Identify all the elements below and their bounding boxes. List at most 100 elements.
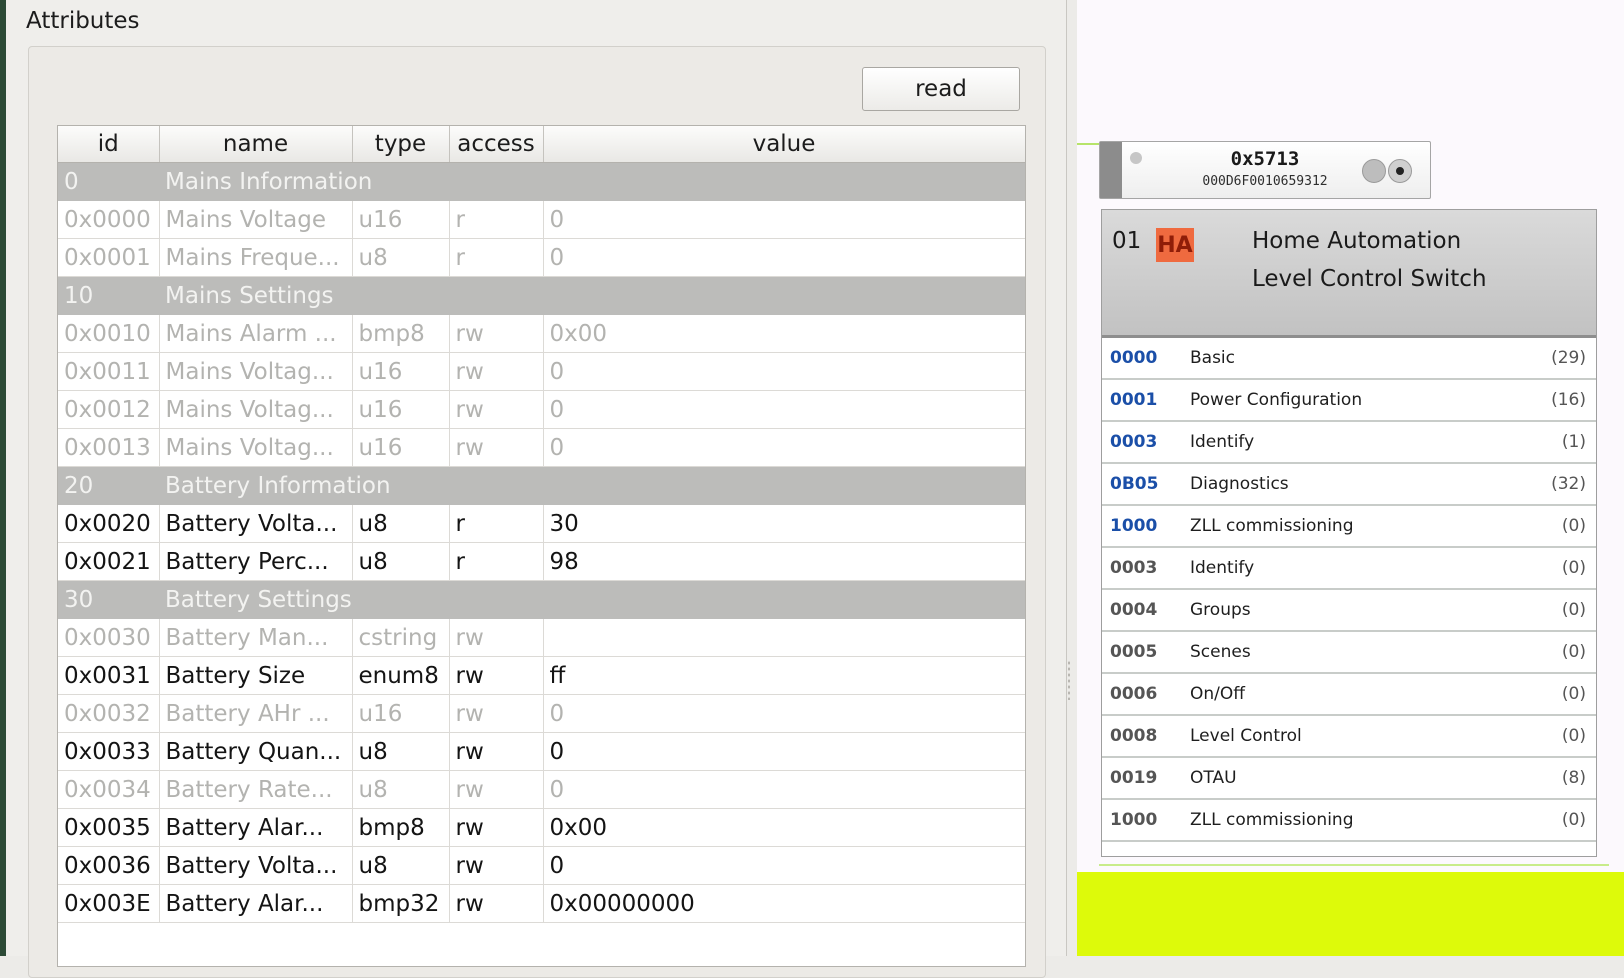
attribute-name: Battery Volta...	[159, 504, 353, 543]
attribute-row[interactable]: 0x0031 Battery Size enum8 rw ff	[58, 656, 1025, 695]
attribute-name: Battery Perc...	[159, 542, 353, 581]
cluster-id: 0006	[1110, 684, 1158, 704]
cluster-name: Power Configuration	[1190, 390, 1363, 410]
cluster-row[interactable]: 0000 Basic (29)	[1102, 338, 1596, 380]
attribute-access: rw	[449, 656, 544, 695]
column-header-name[interactable]: name	[159, 126, 353, 163]
attribute-name: Battery Quan...	[159, 732, 353, 771]
cluster-row[interactable]: 0004 Groups (0)	[1102, 590, 1596, 632]
column-header-type[interactable]: type	[352, 126, 450, 163]
cluster-row[interactable]: 0019 OTAU (8)	[1102, 758, 1596, 800]
attribute-row[interactable]: 0x0036 Battery Volta... u8 rw 0	[58, 846, 1025, 885]
cluster-row[interactable]: 0005 Scenes (0)	[1102, 632, 1596, 674]
node-header[interactable]: 0x5713 000D6F0010659312	[1099, 141, 1431, 199]
attribute-row[interactable]: 0x0030 Battery Man... cstring rw	[58, 618, 1025, 657]
attribute-value: 30	[543, 504, 1025, 543]
read-button[interactable]: read	[862, 67, 1020, 111]
attribute-row[interactable]: 0x0011 Mains Voltag... u16 rw 0	[58, 352, 1025, 391]
attribute-row[interactable]: 0x0010 Mains Alarm ... bmp8 rw 0x00	[58, 314, 1025, 353]
attribute-name: Battery Alar...	[159, 884, 353, 923]
attribute-value: 0x00	[543, 314, 1025, 353]
cluster-name: Identify	[1190, 558, 1255, 578]
cluster-row[interactable]: 0006 On/Off (0)	[1102, 674, 1596, 716]
endpoint-box: 01 HA Home Automation Level Control Swit…	[1101, 209, 1597, 857]
attribute-row[interactable]: 0x0001 Mains Freque... u8 r 0	[58, 238, 1025, 277]
attribute-type: u8	[352, 770, 450, 809]
cluster-row[interactable]: 0003 Identify (1)	[1102, 422, 1596, 464]
attribute-id: 0x0030	[58, 618, 160, 657]
attribute-id: 0x0020	[58, 504, 160, 543]
splitter-handle[interactable]	[1067, 660, 1071, 700]
attribute-access: rw	[449, 314, 544, 353]
attribute-row[interactable]: 0x0020 Battery Volta... u8 r 30	[58, 504, 1025, 543]
column-header-access[interactable]: access	[449, 126, 544, 163]
attribute-row[interactable]: 0x0013 Mains Voltag... u16 rw 0	[58, 428, 1025, 467]
attribute-type: bmp8	[352, 314, 450, 353]
attribute-value: 0	[543, 390, 1025, 429]
attribute-row[interactable]: 0x0035 Battery Alar... bmp8 rw 0x00	[58, 808, 1025, 847]
cluster-id: 0008	[1110, 726, 1158, 746]
attribute-id: 0x0031	[58, 656, 160, 695]
attribute-group-row[interactable]: 30 Battery Settings	[58, 580, 1025, 619]
group-name: Mains Information	[159, 162, 1025, 201]
panel-title: Attributes	[26, 8, 140, 34]
node-socket-icon[interactable]	[1362, 159, 1386, 183]
attribute-row[interactable]: 0x0000 Mains Voltage u16 r 0	[58, 200, 1025, 239]
attribute-access: rw	[449, 390, 544, 429]
attribute-type: u16	[352, 200, 450, 239]
attribute-row[interactable]: 0x0032 Battery AHr ... u16 rw 0	[58, 694, 1025, 733]
attribute-group-row[interactable]: 0 Mains Information	[58, 162, 1025, 201]
attribute-row[interactable]: 0x0033 Battery Quan... u8 rw 0	[58, 732, 1025, 771]
attribute-id: 0x003E	[58, 884, 160, 923]
cluster-name: Basic	[1190, 348, 1236, 368]
cluster-name: Diagnostics	[1190, 474, 1289, 494]
cluster-row[interactable]: 0003 Identify (0)	[1102, 548, 1596, 590]
attribute-group-row[interactable]: 20 Battery Information	[58, 466, 1025, 505]
cluster-row[interactable]: 1000 ZLL commissioning (0)	[1102, 506, 1596, 548]
cluster-count: (16)	[1551, 390, 1586, 410]
attribute-name: Battery Volta...	[159, 846, 353, 885]
attribute-name: Mains Voltag...	[159, 428, 353, 467]
attribute-id: 0x0000	[58, 200, 160, 239]
attribute-group-row[interactable]: 10 Mains Settings	[58, 276, 1025, 315]
group-name: Battery Information	[159, 466, 1025, 505]
cluster-id: 0000	[1110, 348, 1158, 368]
attribute-id: 0x0001	[58, 238, 160, 277]
attribute-access: r	[449, 200, 544, 239]
group-id: 0	[58, 162, 159, 201]
attribute-table[interactable]: id name type access value 0 Mains Informa…	[57, 125, 1026, 967]
attribute-id: 0x0012	[58, 390, 160, 429]
attribute-access: rw	[449, 428, 544, 467]
attribute-value: 0	[543, 846, 1025, 885]
attribute-row[interactable]: 0x003E Battery Alar... bmp32 rw 0x00000000	[58, 884, 1025, 923]
device-type: Level Control Switch	[1252, 266, 1487, 292]
attribute-row[interactable]: 0x0034 Battery Rate... u8 rw 0	[58, 770, 1025, 809]
attribute-id: 0x0013	[58, 428, 160, 467]
cluster-id: 1000	[1110, 516, 1158, 536]
attribute-type: u8	[352, 542, 450, 581]
attribute-name: Battery Man...	[159, 618, 353, 657]
attribute-value: 0	[543, 428, 1025, 467]
attribute-id: 0x0010	[58, 314, 160, 353]
table-header-row: id name type access value	[58, 126, 1025, 163]
attribute-name: Mains Freque...	[159, 238, 353, 277]
cluster-count: (0)	[1561, 558, 1586, 578]
attribute-row[interactable]: 0x0012 Mains Voltag... u16 rw 0	[58, 390, 1025, 429]
endpoint-header[interactable]: 01 HA Home Automation Level Control Swit…	[1102, 210, 1596, 338]
attribute-name: Battery Rate...	[159, 770, 353, 809]
cluster-row[interactable]: 0008 Level Control (0)	[1102, 716, 1596, 758]
attribute-type: bmp8	[352, 808, 450, 847]
cluster-row[interactable]: 1000 ZLL commissioning (0)	[1102, 800, 1596, 842]
cluster-row[interactable]: 0001 Power Configuration (16)	[1102, 380, 1596, 422]
column-header-id[interactable]: id	[58, 126, 160, 163]
cluster-row[interactable]: 0B05 Diagnostics (32)	[1102, 464, 1596, 506]
attribute-access: r	[449, 238, 544, 277]
column-header-value[interactable]: value	[543, 126, 1025, 163]
attribute-id: 0x0035	[58, 808, 160, 847]
group-name: Mains Settings	[159, 276, 1025, 315]
node-expand-icon[interactable]	[1388, 159, 1412, 183]
attribute-value: 0	[543, 694, 1025, 733]
attribute-name: Battery AHr ...	[159, 694, 353, 733]
attribute-row[interactable]: 0x0021 Battery Perc... u8 r 98	[58, 542, 1025, 581]
profile-badge: HA	[1156, 228, 1194, 262]
